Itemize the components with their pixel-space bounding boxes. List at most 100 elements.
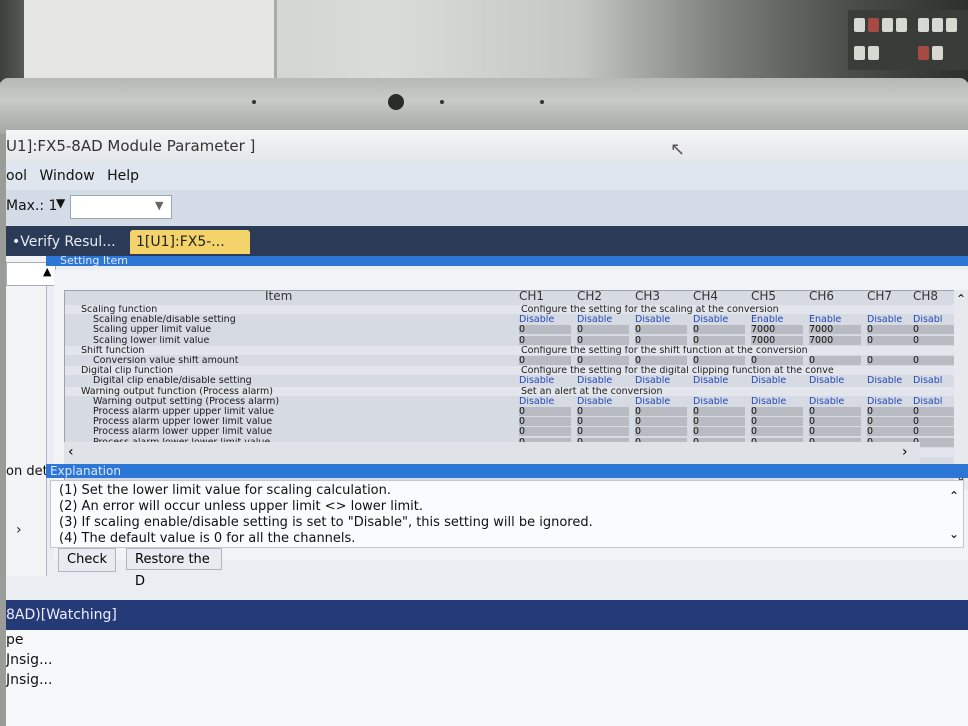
grid-cell[interactable]: 0 [867, 335, 919, 345]
grid-cell[interactable]: Disable [577, 315, 629, 324]
scroll-down-icon[interactable]: ⌄ [949, 527, 959, 541]
grid-cell[interactable]: Disable [635, 397, 687, 406]
search-icon[interactable]: ▲ [43, 265, 51, 278]
grid-cell[interactable]: 0 [913, 407, 955, 416]
grid-cell[interactable]: 0 [635, 417, 687, 427]
grid-cell[interactable]: Disable [635, 315, 687, 324]
grid-cell[interactable]: 0 [693, 417, 745, 427]
grid-cell[interactable]: 0 [577, 427, 629, 437]
grid-cell[interactable]: 0 [577, 325, 629, 335]
grid-cell[interactable]: 0 [577, 356, 629, 365]
grid-cell[interactable]: 0 [751, 427, 803, 437]
grid-cell[interactable]: 7000 [751, 335, 803, 345]
max-dropdown-icon[interactable]: ▼ [56, 196, 65, 210]
grid-cell[interactable]: Disable [809, 376, 861, 385]
expand-arrow-icon[interactable]: › [16, 522, 22, 538]
tab-verify-result[interactable]: •Verify Resul... [6, 230, 138, 254]
scroll-left-icon[interactable]: ‹ [68, 444, 74, 460]
grid-cell[interactable]: 0 [577, 407, 629, 416]
grid-cell[interactable]: Disable [809, 397, 861, 406]
scroll-right-icon[interactable]: › [902, 444, 908, 460]
grid-cell[interactable]: 0 [809, 427, 861, 437]
grid-setting-row[interactable]: Scaling upper limit value 0 0 0 0 7000 7000 0 0 [65, 325, 955, 335]
grid-cell[interactable]: 0 [519, 356, 571, 365]
grid-cell[interactable]: Disable [577, 397, 629, 406]
grid-setting-row[interactable]: Conversion value shift amount 0 0 0 0 0 0 0 0 [65, 356, 955, 365]
grid-cell[interactable]: 0 [635, 356, 687, 365]
grid-cell[interactable]: 7000 [751, 325, 803, 335]
grid-cell[interactable]: 0 [913, 325, 955, 335]
grid-cell[interactable]: Disable [867, 376, 919, 385]
grid-cell[interactable]: 0 [519, 407, 571, 416]
grid-cell[interactable]: Disable [519, 315, 571, 324]
vertical-scrollbar[interactable]: ⌃ ⌄ [954, 290, 968, 490]
grid-cell[interactable]: 0 [635, 325, 687, 335]
grid-cell[interactable]: 0 [693, 325, 745, 335]
grid-cell[interactable]: Disabl [913, 376, 955, 385]
grid-setting-row[interactable]: Process alarm upper lower limit value 0 0 0… [65, 417, 955, 427]
grid-cell[interactable]: 0 [913, 356, 955, 365]
grid-cell[interactable]: Enable [809, 315, 861, 324]
grid-cell[interactable]: 0 [751, 417, 803, 427]
grid-cell[interactable]: Disable [577, 376, 629, 385]
grid-cell[interactable]: Disable [751, 376, 803, 385]
grid-cell[interactable]: 0 [635, 407, 687, 416]
grid-cell[interactable]: 7000 [809, 325, 861, 335]
grid-group-row[interactable]: Scaling function Configure the setting fo… [65, 305, 955, 314]
grid-cell[interactable]: Disable [693, 397, 745, 406]
grid-cell[interactable]: 0 [693, 356, 745, 365]
scroll-up-icon[interactable]: ⌃ [949, 489, 959, 503]
grid-cell[interactable]: Disable [867, 397, 919, 406]
grid-setting-row[interactable]: Digital clip enable/disable setting Disab… [65, 376, 955, 385]
grid-group-row[interactable]: Shift function Configure the setting for … [65, 345, 955, 355]
menu-help[interactable]: Help [107, 168, 139, 184]
grid-cell[interactable]: 0 [519, 335, 571, 345]
grid-setting-row[interactable]: Warning output setting (Process alarm) Di… [65, 397, 955, 406]
grid-setting-row[interactable]: Scaling lower limit value 0 0 0 0 7000 7000 0 0 [65, 335, 955, 345]
grid-cell[interactable]: 0 [519, 417, 571, 427]
grid-cell[interactable]: 0 [577, 417, 629, 427]
grid-cell[interactable]: Disable [635, 376, 687, 385]
grid-cell[interactable]: 0 [867, 417, 919, 427]
grid-cell[interactable]: 7000 [809, 335, 861, 345]
grid-cell[interactable]: 0 [635, 335, 687, 345]
grid-cell[interactable]: Disable [867, 315, 919, 324]
grid-cell[interactable]: 0 [809, 417, 861, 427]
grid-setting-row[interactable]: Process alarm upper upper limit value 0 0 0… [65, 407, 955, 416]
grid-cell[interactable]: Enable [751, 315, 803, 324]
grid-cell[interactable]: 0 [913, 417, 955, 427]
grid-group-row[interactable]: Warning output function (Process alarm) S… [65, 386, 955, 396]
tab-fx5-module[interactable]: 1[U1]:FX5-... [130, 230, 250, 254]
menu-tool[interactable]: ool [6, 168, 27, 184]
grid-cell[interactable]: 0 [693, 335, 745, 345]
restore-default-button[interactable]: Restore the D [126, 548, 222, 589]
grid-cell[interactable]: 0 [519, 427, 571, 437]
grid-cell[interactable]: 0 [867, 427, 919, 437]
horizontal-scrollbar[interactable]: ‹ › [64, 442, 920, 464]
grid-cell[interactable]: 0 [693, 427, 745, 437]
grid-cell[interactable]: 0 [751, 407, 803, 416]
grid-cell[interactable]: 0 [867, 325, 919, 335]
grid-cell[interactable]: Disable [693, 376, 745, 385]
grid-cell[interactable]: Disable [693, 315, 745, 324]
grid-cell[interactable]: Disabl [913, 397, 955, 406]
grid-cell[interactable]: 0 [693, 407, 745, 416]
grid-cell[interactable]: 0 [809, 356, 861, 365]
scroll-up-icon[interactable]: ⌃ [956, 292, 966, 306]
grid-cell[interactable]: 0 [519, 325, 571, 335]
grid-cell[interactable]: 0 [867, 407, 919, 416]
grid-cell[interactable]: 0 [867, 356, 919, 365]
grid-setting-row[interactable]: Scaling enable/disable setting Disable Dis… [65, 315, 955, 324]
grid-cell[interactable]: Disabl [913, 315, 955, 324]
grid-cell[interactable]: 0 [577, 335, 629, 345]
toolbar-dropdown[interactable]: ▼ [70, 195, 172, 219]
grid-cell[interactable]: 0 [913, 427, 955, 437]
grid-cell[interactable]: 0 [913, 335, 955, 345]
menu-window[interactable]: Window [39, 168, 94, 184]
grid-group-row[interactable]: Digital clip function Configure the setti… [65, 366, 955, 376]
check-button[interactable]: Check [58, 548, 116, 572]
grid-cell[interactable]: 0 [635, 427, 687, 437]
grid-cell[interactable]: Disable [751, 397, 803, 406]
grid-setting-row[interactable]: Process alarm lower upper limit value 0 0 0… [65, 427, 955, 437]
grid-cell[interactable]: Disable [519, 397, 571, 406]
